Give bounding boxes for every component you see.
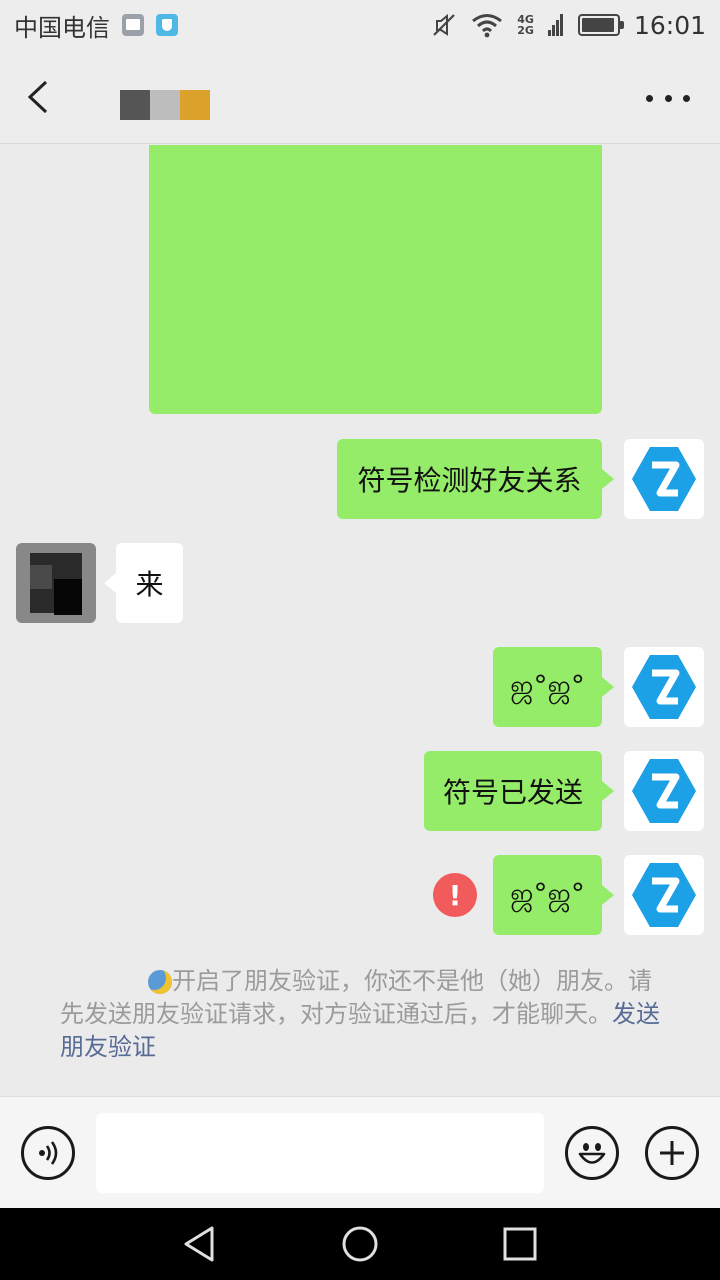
mute-icon	[433, 13, 456, 36]
logo-icon	[632, 655, 696, 719]
network-type: 4G 2G	[517, 14, 534, 36]
avatar[interactable]	[624, 647, 704, 727]
wifi-icon	[472, 14, 503, 38]
avatar[interactable]	[16, 543, 96, 623]
message-text: 符号检测好友关系	[357, 464, 582, 497]
message-bubble[interactable]: 来	[104, 543, 183, 623]
back-button[interactable]	[18, 72, 62, 122]
name-mask-block	[120, 90, 150, 120]
avatar[interactable]	[624, 855, 704, 935]
carrier-label: 中国电信	[14, 13, 110, 42]
recents-square-icon	[503, 1227, 537, 1261]
more-dots-icon	[664, 94, 672, 102]
signal-icon	[547, 14, 563, 36]
back-triangle-icon	[184, 1226, 214, 1262]
message-text: ஜ°ஜ°	[510, 668, 585, 702]
emoji-button[interactable]	[565, 1126, 619, 1180]
chevron-left-icon	[27, 80, 48, 114]
status-bar: 中国电信 4G 2G 16:01	[0, 0, 720, 50]
avatar-mosaic	[54, 579, 82, 615]
nav-back-button[interactable]	[180, 1224, 220, 1264]
plus-icon	[660, 1141, 684, 1165]
avatar[interactable]	[624, 439, 704, 519]
send-failed-icon[interactable]: !	[433, 873, 477, 917]
emoji-icon	[578, 1143, 606, 1164]
name-mask-block	[180, 90, 210, 120]
message-bubble[interactable]: ஜ°ஜ°	[493, 647, 614, 727]
send-failed-mark: !	[448, 878, 462, 912]
battery-icon	[577, 14, 624, 36]
message-text: 来	[135, 568, 164, 601]
voice-icon	[39, 1141, 58, 1165]
nav-recents-button[interactable]	[500, 1224, 540, 1264]
name-mask-block	[150, 90, 180, 120]
message-bubble[interactable]: 符号已发送	[424, 751, 614, 831]
more-dots-icon	[683, 94, 690, 102]
more-button[interactable]	[646, 78, 690, 118]
logo-icon	[632, 759, 696, 823]
gallery-icon	[122, 14, 144, 36]
input-bar	[0, 1096, 720, 1208]
plus-button[interactable]	[645, 1126, 699, 1180]
notice-name-mask	[60, 970, 172, 994]
system-nav-bar	[0, 1208, 720, 1280]
voice-button[interactable]	[21, 1126, 75, 1180]
home-circle-icon	[342, 1226, 378, 1262]
shield-icon	[156, 14, 178, 36]
more-dots-icon	[646, 94, 653, 102]
status-right: 4G 2G 16:01	[431, 11, 706, 40]
avatar[interactable]	[624, 751, 704, 831]
clock: 16:01	[633, 10, 706, 40]
message-bubble[interactable]: ஜ°ஜ°	[493, 855, 614, 935]
contact-name	[120, 90, 210, 120]
message-input[interactable]	[96, 1113, 544, 1193]
message-text: 符号已发送	[442, 776, 583, 809]
message-bubble[interactable]: 符号检测好友关系	[337, 439, 614, 519]
logo-icon	[632, 863, 696, 927]
logo-icon	[632, 447, 696, 511]
chat-header	[0, 50, 720, 144]
system-notice: 开启了朋友验证，你还不是他（她）朋友。请先发送朋友验证请求，对方验证通过后，才能…	[60, 965, 670, 1064]
message-text: ஜ°ஜ°	[510, 876, 585, 910]
network-type-bottom: 2G	[517, 24, 534, 37]
avatar-mosaic	[30, 565, 52, 589]
message-list[interactable]: 符号检测好友关系 来 ஜ°ஜ° 符号已发送 ! ஜ°ஜ° 开启了朋友验证，你还不…	[0, 145, 720, 1095]
status-left: 中国电信	[14, 8, 178, 43]
image-message[interactable]	[149, 145, 602, 414]
nav-home-button[interactable]	[340, 1224, 380, 1264]
